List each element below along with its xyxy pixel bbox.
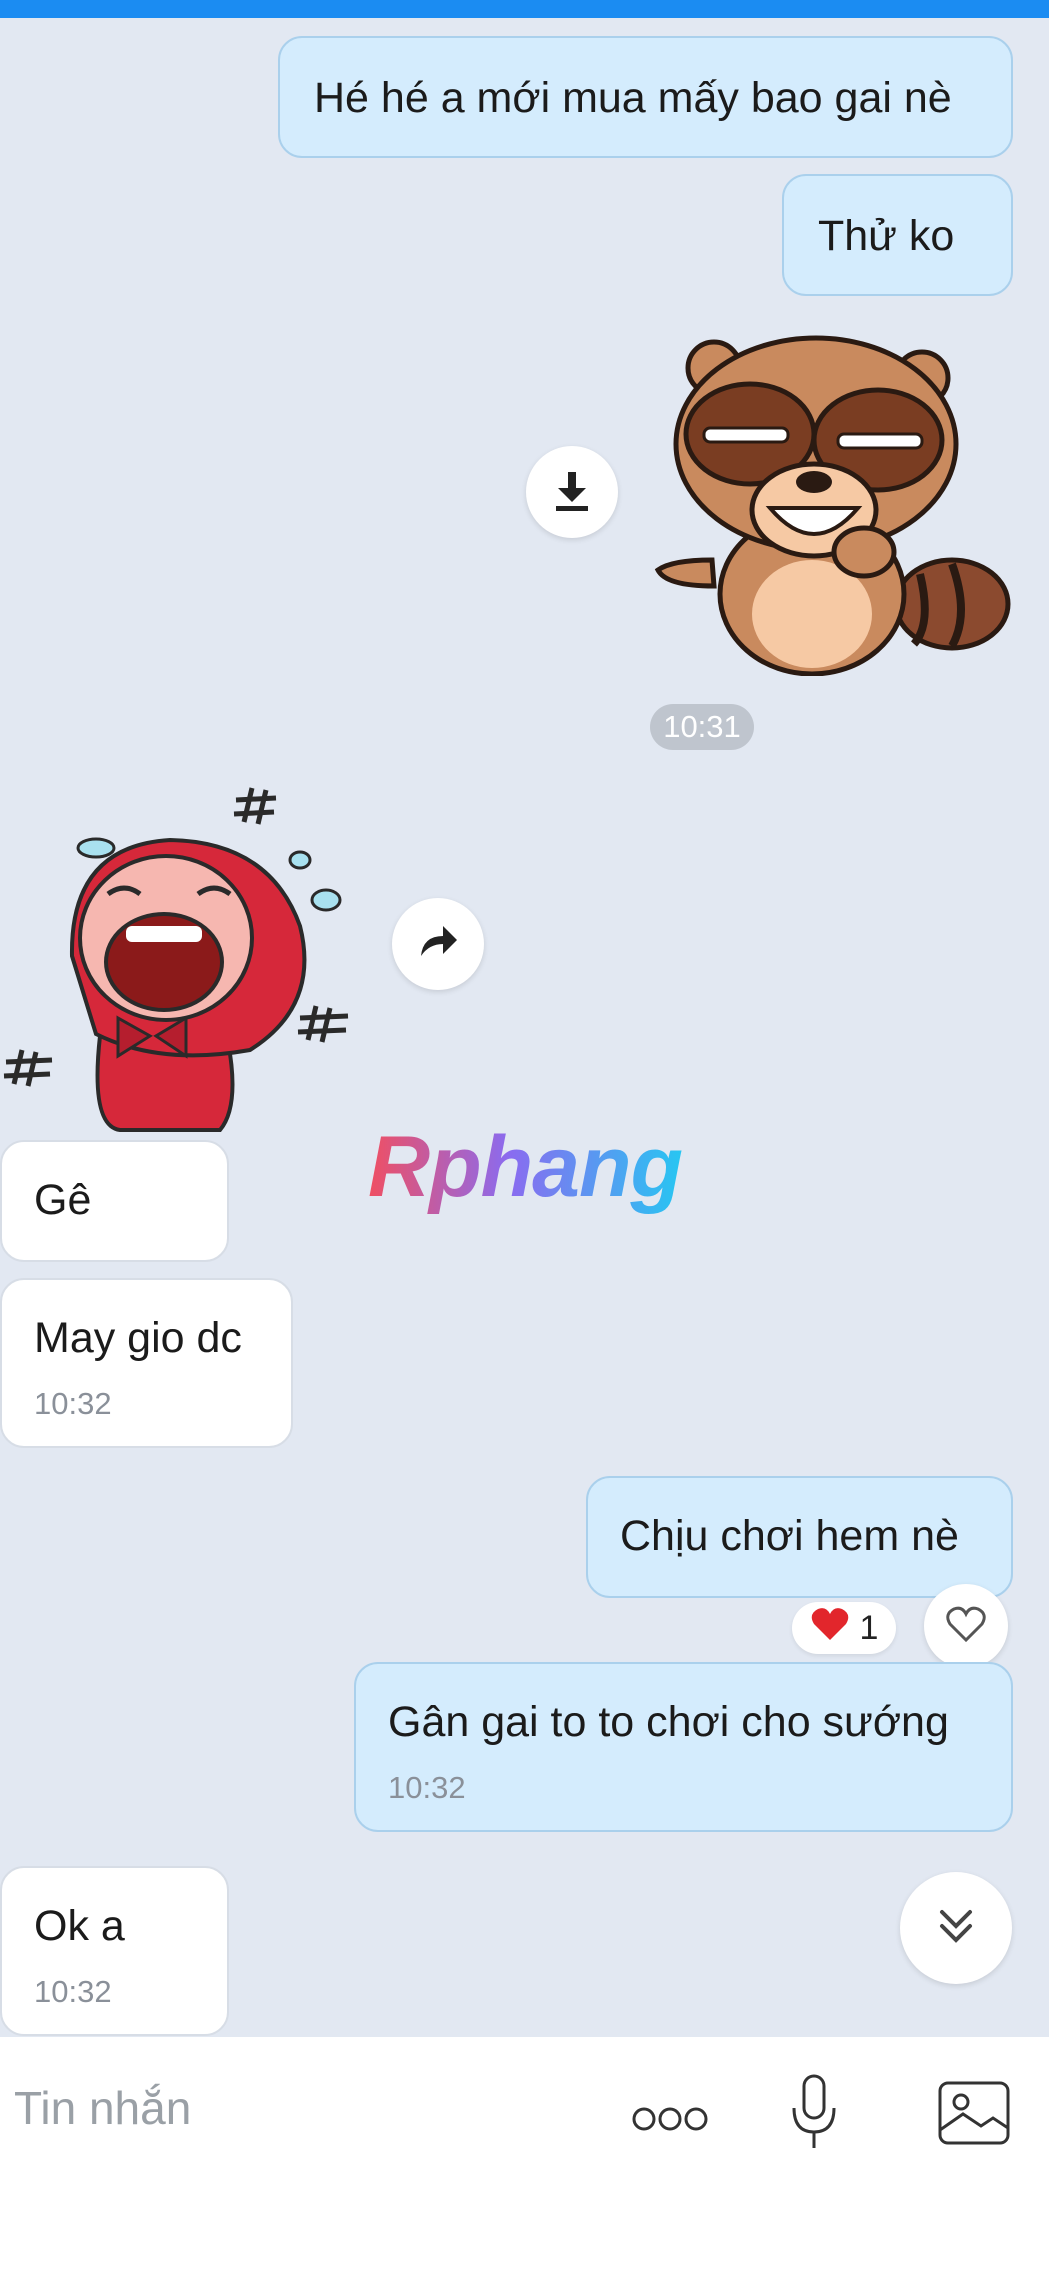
message-bubble[interactable]: Thử ko [782, 174, 1013, 296]
download-icon [552, 468, 592, 517]
message-text: May gio dc [34, 1314, 242, 1362]
message-time: 10:32 [388, 1770, 466, 1805]
message-text: Gê [34, 1176, 92, 1224]
raccoon-sticker[interactable] [652, 324, 1012, 677]
message-text: Ok a [34, 1902, 125, 1950]
more-icon[interactable] [628, 2099, 712, 2139]
message-composer: Tin nhắn [0, 2037, 1049, 2281]
message-time: 10:32 [34, 1386, 112, 1421]
message-bubble[interactable]: Ok a 10:32 [0, 1866, 229, 2036]
forward-button[interactable] [392, 898, 484, 990]
heart-outline-icon [944, 1604, 988, 1649]
double-chevron-down-icon [938, 1906, 974, 1951]
download-button[interactable] [526, 446, 618, 538]
message-input[interactable]: Tin nhắn [14, 2081, 191, 2135]
forward-icon [417, 924, 459, 965]
reaction-badge[interactable]: 1 [792, 1602, 896, 1654]
message-bubble[interactable]: Hé hé a mới mua mấy bao gai nè [278, 36, 1013, 158]
message-time: 10:32 [34, 1974, 112, 2009]
scroll-to-bottom-button[interactable] [900, 1872, 1012, 1984]
microphone-icon[interactable] [786, 2073, 842, 2153]
message-bubble[interactable]: Chịu chơi hem nè [586, 1476, 1013, 1598]
image-icon[interactable] [936, 2077, 1012, 2149]
reaction-count: 1 [859, 1608, 879, 1647]
message-text: Hé hé a mới mua mấy bao gai nè [314, 74, 952, 122]
time-separator: 10:31 [650, 704, 754, 750]
message-text: Gân gai to to chơi cho sướng [388, 1698, 949, 1746]
message-bubble[interactable]: Gê [0, 1140, 229, 1262]
heart-icon [810, 1606, 850, 1651]
message-bubble[interactable]: Gân gai to to chơi cho sướng 10:32 [354, 1662, 1013, 1832]
watermark: Rphang [368, 1119, 683, 1215]
message-text: Thử ko [818, 212, 955, 260]
top-accent-bar [0, 0, 1049, 18]
react-button[interactable] [924, 1584, 1008, 1668]
message-bubble[interactable]: May gio dc 10:32 [0, 1278, 293, 1448]
red-hood-sticker[interactable] [0, 766, 360, 1138]
message-text: Chịu chơi hem nè [620, 1512, 959, 1560]
chat-area[interactable]: Hé hé a mới mua mấy bao gai nè Thử ko 10… [0, 18, 1049, 2037]
